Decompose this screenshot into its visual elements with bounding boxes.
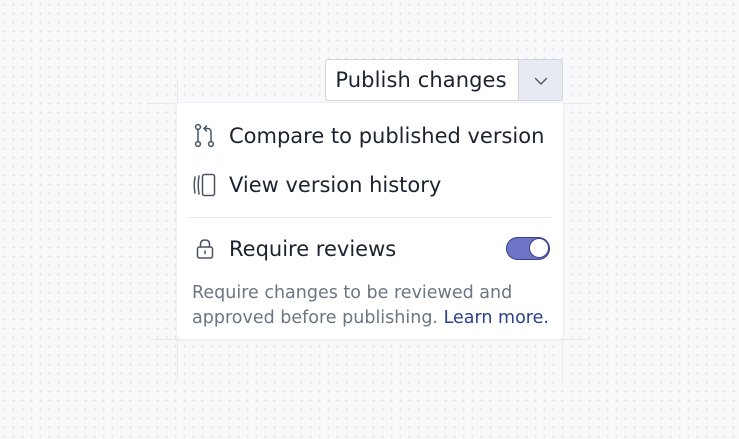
publish-changes-button[interactable]: Publish changes — [326, 60, 518, 100]
menu-divider — [189, 217, 551, 218]
publish-options-toggle[interactable] — [518, 60, 562, 100]
learn-more-link[interactable]: Learn more. — [444, 308, 549, 328]
menu-item-compare[interactable]: Compare to published version — [192, 118, 550, 154]
require-reviews-description: Require changes to be reviewed and appro… — [192, 281, 557, 331]
version-history-icon — [192, 172, 218, 198]
menu-item-compare-label: Compare to published version — [229, 124, 545, 148]
publish-changes-label: Publish changes — [335, 68, 507, 92]
guide-line-bottom — [150, 339, 590, 340]
menu-item-history[interactable]: View version history — [192, 167, 550, 203]
require-reviews-toggle[interactable] — [506, 237, 550, 260]
require-reviews-label: Require reviews — [229, 237, 397, 261]
require-reviews-row: Require reviews — [192, 231, 550, 267]
lock-icon — [192, 236, 218, 262]
chevron-down-icon — [534, 71, 548, 90]
publish-options-menu: Compare to published version View versio… — [177, 103, 563, 339]
toggle-knob — [530, 239, 548, 257]
publish-split-button: Publish changes — [325, 59, 563, 101]
compare-branches-icon — [192, 123, 218, 149]
menu-item-history-label: View version history — [229, 173, 442, 197]
